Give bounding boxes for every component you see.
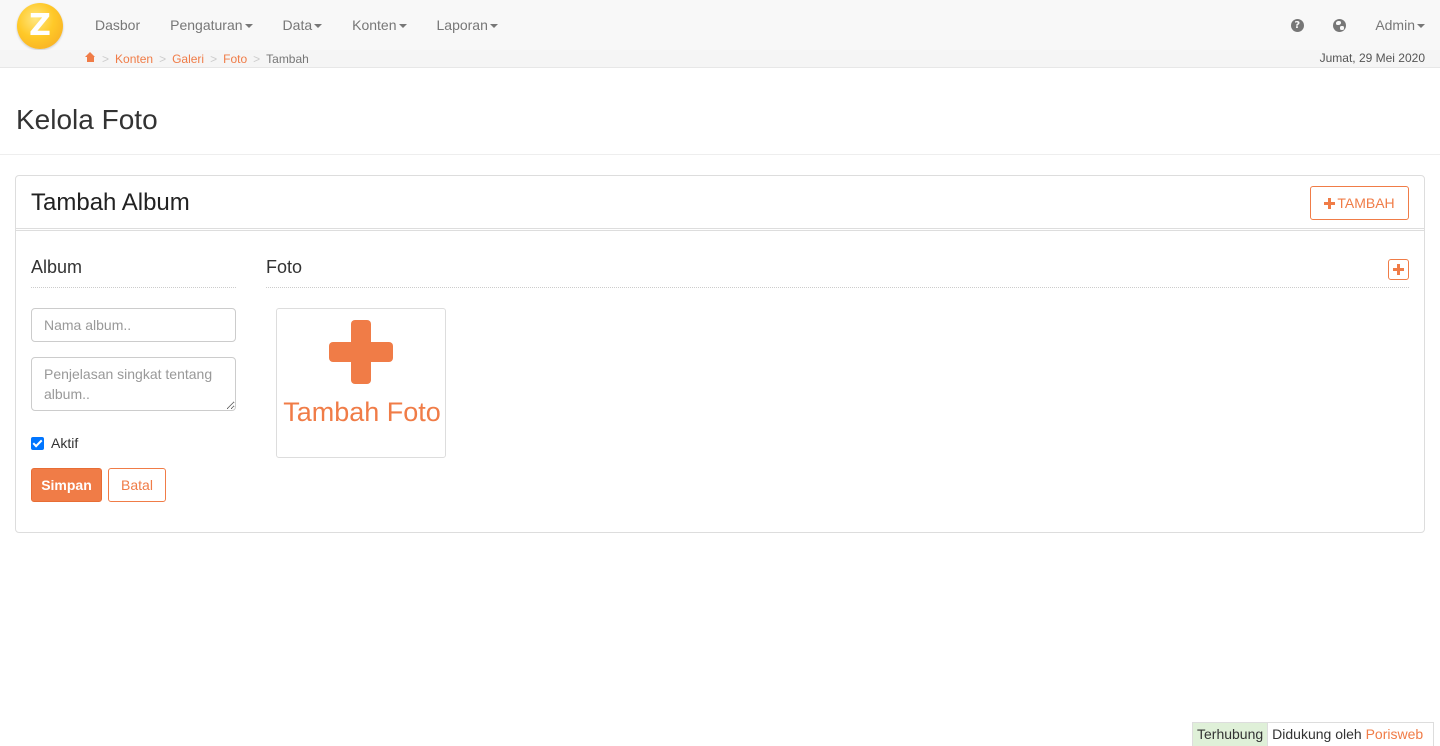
album-description-input[interactable]: [31, 357, 236, 411]
page-title: Kelola Foto: [16, 104, 158, 135]
nav-item-label: Pengaturan: [170, 17, 243, 33]
save-button[interactable]: Simpan: [31, 468, 102, 502]
breadcrumb-separator: >: [102, 51, 110, 66]
breadcrumb-link-foto[interactable]: Foto: [223, 52, 247, 66]
active-checkbox-label[interactable]: Aktif: [51, 435, 78, 451]
add-button[interactable]: TAMBAH: [1310, 186, 1409, 220]
nav-item-konten[interactable]: Konten: [337, 0, 421, 50]
globe-icon: [1332, 18, 1346, 32]
caret-down-icon: [1417, 24, 1425, 29]
breadcrumb-current: Tambah: [266, 51, 309, 66]
add-button-label: TAMBAH: [1337, 195, 1395, 211]
active-checkbox[interactable]: [31, 436, 44, 450]
active-checkbox-row: Aktif: [31, 435, 78, 451]
breadcrumb-link-galeri[interactable]: Galeri: [172, 52, 204, 66]
footer-status: Terhubung Didukung oleh Porisweb: [1192, 722, 1435, 746]
breadcrumb-separator: >: [253, 51, 261, 66]
breadcrumb-separator: >: [159, 51, 167, 66]
top-navbar: Z Dasbor Pengaturan Data Konten Laporan …: [0, 0, 1440, 50]
plus-icon: [1393, 264, 1404, 275]
caret-down-icon: [489, 24, 498, 29]
language-button[interactable]: [1318, 0, 1360, 50]
breadcrumb-separator: >: [210, 51, 218, 66]
album-name-input[interactable]: [31, 308, 236, 342]
question-circle-icon: ?: [1290, 18, 1304, 32]
nav-item-data[interactable]: Data: [268, 0, 338, 50]
porisweb-link[interactable]: Porisweb: [1366, 726, 1424, 742]
panel-title: Tambah Album: [31, 189, 190, 216]
plus-icon: [1324, 197, 1336, 209]
nav-item-label: Data: [282, 17, 313, 33]
title-divider: [0, 154, 1440, 155]
logo[interactable]: Z: [17, 3, 63, 49]
breadcrumb-link-konten[interactable]: Konten: [115, 52, 153, 66]
panel-heading: Tambah Album TAMBAH: [16, 176, 1424, 231]
plus-icon: [329, 320, 393, 384]
album-section-divider: [31, 287, 236, 288]
nav-right: ? Admin: [1276, 0, 1440, 50]
nav-item-laporan[interactable]: Laporan: [422, 0, 513, 50]
photo-section-title: Foto: [266, 257, 303, 277]
home-icon[interactable]: [85, 51, 96, 64]
main-menu: Dasbor Pengaturan Data Konten Laporan: [80, 0, 513, 50]
album-section-title: Album: [31, 257, 83, 277]
user-menu[interactable]: Admin: [1360, 0, 1440, 50]
caret-down-icon: [398, 24, 407, 29]
add-photo-small-button[interactable]: [1388, 259, 1409, 280]
add-photo-label: Tambah Foto: [283, 397, 441, 427]
nav-item-pengaturan[interactable]: Pengaturan: [155, 0, 267, 50]
caret-down-icon: [244, 24, 253, 29]
nav-item-dasbor[interactable]: Dasbor: [80, 0, 155, 50]
album-panel: Tambah Album TAMBAH Album Aktif Simpan B…: [15, 175, 1425, 533]
current-date: Jumat, 29 Mei 2020: [1319, 51, 1425, 65]
breadcrumb-bar: > Konten > Galeri > Foto > Tambah Jumat,…: [0, 50, 1440, 68]
logo-letter: Z: [29, 8, 51, 43]
nav-item-label: Dasbor: [95, 17, 141, 33]
nav-item-label: Laporan: [436, 17, 488, 33]
breadcrumb: > Konten > Galeri > Foto > Tambah: [85, 50, 309, 67]
photo-section-divider: [266, 287, 1409, 288]
nav-item-label: Konten: [352, 17, 397, 33]
connection-status-badge: Terhubung: [1193, 723, 1269, 746]
cancel-button[interactable]: Batal: [108, 468, 166, 502]
caret-down-icon: [314, 24, 323, 29]
supported-by: Didukung oleh Porisweb: [1268, 723, 1434, 746]
help-button[interactable]: ?: [1276, 0, 1318, 50]
user-label: Admin: [1375, 17, 1415, 33]
add-photo-tile[interactable]: Tambah Foto: [276, 308, 446, 458]
supported-by-text: Didukung oleh: [1272, 726, 1362, 742]
